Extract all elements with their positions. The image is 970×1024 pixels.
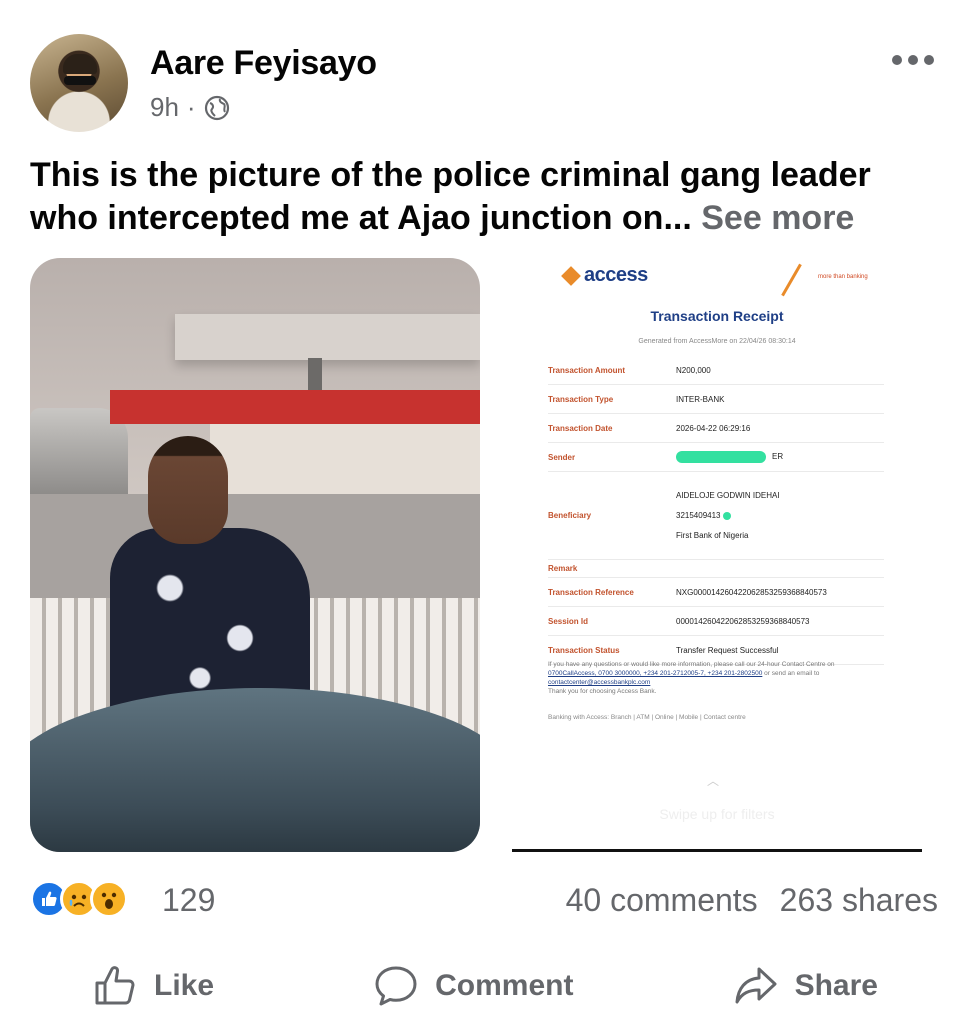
engagement-counts: 40 comments 263 shares	[566, 882, 938, 919]
row-label: Transaction Date	[548, 423, 613, 433]
share-arrow-icon	[735, 967, 777, 1004]
station-building	[210, 424, 480, 494]
station-canopy	[175, 314, 480, 360]
share-button[interactable]: Share	[671, 963, 940, 1009]
access-logo: access	[561, 264, 648, 287]
brand-slash	[781, 263, 802, 297]
receipt-row: Session Id 00001426042206285325936884057…	[548, 607, 884, 636]
comment-bubble-icon	[375, 966, 417, 1006]
comment-button[interactable]: Comment	[311, 963, 635, 1009]
action-bar: Like Comment Share	[30, 956, 940, 1016]
see-more-link[interactable]: See more	[701, 199, 854, 237]
wow-reaction-icon	[90, 880, 128, 918]
share-label: Share	[794, 969, 878, 1002]
beneficiary-account: 3215409413	[676, 511, 884, 520]
brand-tagline: more than banking	[818, 274, 868, 280]
footer-line: If you have any questions or would like …	[548, 661, 835, 668]
swipe-hint: Swipe up for filters	[659, 806, 775, 822]
receipt-generated: Generated from AccessMore on 22/04/26 08…	[638, 338, 796, 345]
car-hood	[30, 688, 480, 852]
row-label: Session Id	[548, 616, 589, 626]
row-value: 2026-04-22 06:29:16	[676, 423, 751, 433]
access-diamond-icon	[561, 265, 581, 286]
row-value: N200,000	[676, 365, 711, 375]
row-value: Transfer Request Successful	[676, 645, 779, 655]
receipt-row: Remark	[548, 560, 884, 578]
row-label: Transaction Reference	[548, 587, 634, 597]
post-meta: 9h ·	[150, 92, 230, 123]
row-label: Transaction Status	[548, 645, 620, 655]
chevron-up-icon: ︿	[707, 774, 720, 788]
reactions-summary[interactable]	[30, 880, 128, 918]
row-value: ER	[676, 451, 884, 463]
post-header: Aare Feyisayo 9h ·	[30, 34, 940, 134]
receipt-image[interactable]: access more than banking Transaction Rec…	[512, 258, 922, 852]
avatar-cap	[63, 54, 97, 74]
row-label: Beneficiary	[548, 511, 592, 520]
receipt-row: Transaction Type INTER-BANK	[548, 385, 884, 414]
row-label: Transaction Amount	[548, 365, 626, 375]
row-label: Remark	[548, 564, 578, 573]
station-sign	[110, 390, 480, 424]
post-time[interactable]: 9h	[150, 92, 179, 123]
receipt-title: Transaction Receipt	[650, 308, 784, 324]
author-avatar[interactable]	[30, 34, 128, 132]
globe-icon[interactable]	[204, 95, 230, 121]
more-options-icon[interactable]	[892, 52, 936, 68]
redaction-dot	[722, 511, 731, 520]
post-stats: 129 40 comments 263 shares	[30, 878, 940, 922]
comments-count[interactable]: 40 comments	[566, 882, 758, 919]
reaction-count[interactable]: 129	[162, 882, 215, 919]
row-label: Transaction Type	[548, 394, 614, 404]
meta-separator: ·	[186, 92, 196, 122]
receipt-row: Beneficiary AIDELOJE GODWIN IDEHAI 32154…	[548, 472, 884, 560]
footer-after-links: or send an email to	[762, 670, 820, 677]
row-value: INTER-BANK	[676, 394, 725, 404]
banking-channels: Banking with Access: Branch | ATM | Onli…	[548, 714, 746, 721]
receipt-row: Sender ER	[548, 443, 884, 472]
redaction-smudge	[676, 451, 766, 463]
avatar-glasses	[64, 76, 96, 85]
access-wordmark: access	[584, 264, 648, 286]
post-photo[interactable]	[30, 258, 480, 852]
receipt-row: Transaction Date 2026-04-22 06:29:16	[548, 414, 884, 443]
like-button[interactable]: Like	[30, 963, 276, 1009]
receipt-row: Transaction Reference NXG000014260422062…	[548, 578, 884, 607]
post-text: This is the picture of the police crimin…	[30, 154, 940, 240]
receipt-footer: If you have any questions or would like …	[548, 660, 888, 696]
thumbs-up-icon	[95, 966, 135, 1005]
sender-visible-text: ER	[772, 452, 784, 462]
footer-thanks: Thank you for choosing Access Bank.	[548, 688, 657, 695]
receipt-rows: Transaction Amount N200,000 Transaction …	[548, 356, 884, 665]
contact-links: 0700CallAccess, 0700 3000000, +234 201-2…	[548, 670, 763, 677]
beneficiary-values: AIDELOJE GODWIN IDEHAI 3215409413 First …	[676, 491, 884, 540]
receipt-row: Transaction Amount N200,000	[548, 356, 884, 385]
row-value: 000014260422062853259368840573	[676, 616, 810, 626]
row-value: NXG000014260422062853259368840573	[676, 587, 827, 597]
beneficiary-bank: First Bank of Nigeria	[676, 531, 749, 540]
beneficiary-name: AIDELOJE GODWIN IDEHAI	[676, 491, 780, 500]
comment-label: Comment	[435, 969, 574, 1002]
author-name[interactable]: Aare Feyisayo	[150, 44, 377, 83]
like-label: Like	[154, 969, 215, 1002]
shares-count[interactable]: 263 shares	[780, 882, 938, 919]
row-label: Sender	[548, 452, 576, 462]
contact-email: contactcenter@accessbankplc.com	[548, 679, 651, 686]
uniformed-man-head	[148, 436, 228, 544]
